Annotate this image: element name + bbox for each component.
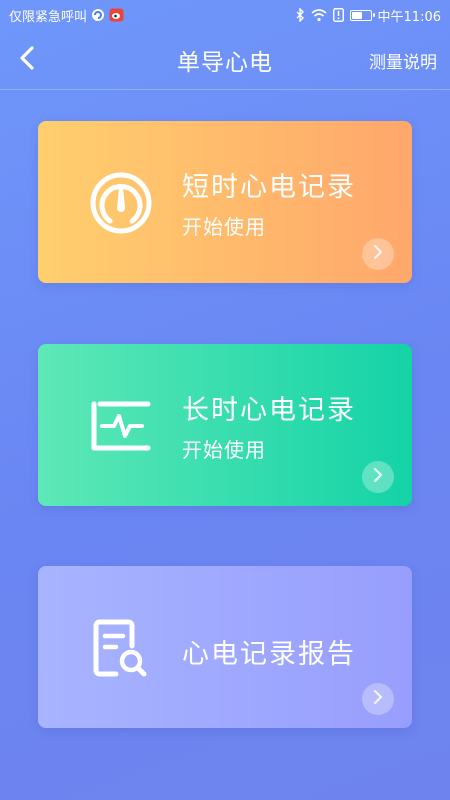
report-search-icon <box>86 616 156 680</box>
long-ecg-record-card[interactable]: 长时心电记录 开始使用 <box>38 344 412 506</box>
go-button[interactable] <box>362 461 394 493</box>
page-title: 单导心电 <box>177 49 273 76</box>
alert-icon <box>332 8 344 22</box>
gauge-icon <box>86 171 156 235</box>
chevron-right-icon <box>372 467 384 487</box>
card-title: 长时心电记录 <box>182 395 356 426</box>
battery-icon <box>349 9 375 21</box>
card-subtitle: 开始使用 <box>182 438 266 462</box>
measurement-instructions-link[interactable]: 测量说明 <box>369 48 437 73</box>
go-button[interactable] <box>362 683 394 715</box>
header: 单导心电 测量说明 <box>0 30 450 90</box>
status-left: 仅限紧急呼叫 <box>9 6 124 25</box>
bluetooth-icon <box>295 8 305 22</box>
carrier-text: 仅限紧急呼叫 <box>9 9 88 25</box>
notification-app-icon <box>91 8 105 22</box>
wifi-icon <box>311 8 327 22</box>
back-button[interactable] <box>12 44 42 76</box>
ecg-report-card[interactable]: 心电记录报告 <box>38 566 412 728</box>
card-subtitle: 开始使用 <box>182 215 266 239</box>
weibo-icon <box>109 8 124 22</box>
card-title: 心电记录报告 <box>182 639 356 670</box>
chevron-left-icon <box>17 45 37 75</box>
card-title: 短时心电记录 <box>182 172 356 203</box>
battery-level <box>351 11 363 19</box>
go-button[interactable] <box>362 238 394 270</box>
chevron-right-icon <box>372 244 384 264</box>
status-right: 中午11:06 <box>295 6 441 25</box>
status-time: 中午11:06 <box>377 9 441 25</box>
status-bar: 仅限紧急呼叫 中午11:06 <box>0 0 450 30</box>
short-ecg-record-card[interactable]: 短时心电记录 开始使用 <box>38 121 412 283</box>
ecg-monitor-icon <box>86 394 156 458</box>
chevron-right-icon <box>372 689 384 709</box>
